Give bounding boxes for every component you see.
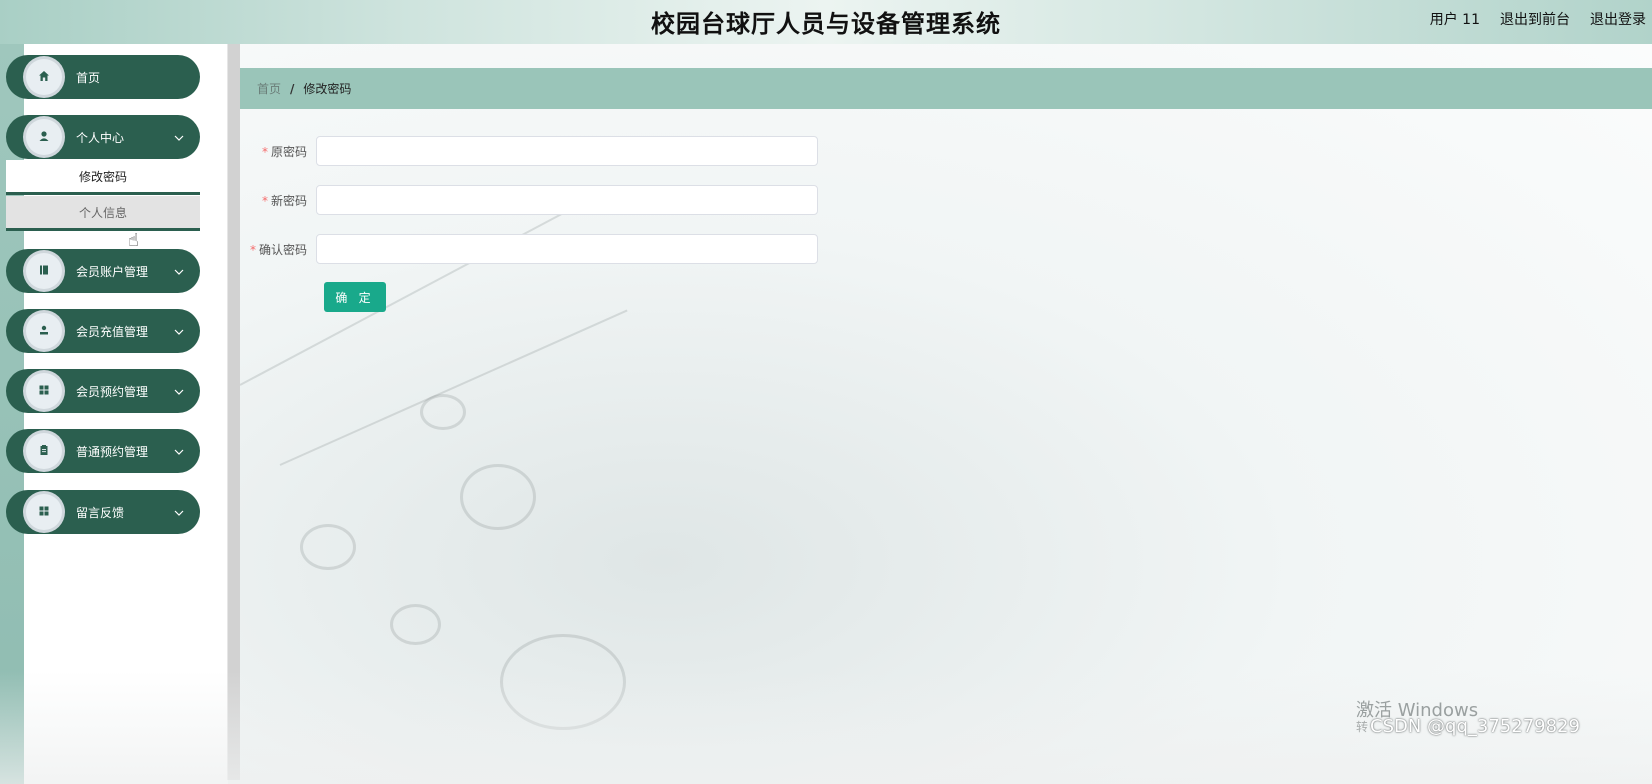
background-decor — [279, 309, 628, 466]
confirm-password-label: * 确认密码 — [240, 241, 316, 258]
clipboard-icon — [38, 444, 50, 459]
chevron-down-icon — [174, 265, 184, 278]
sidebar-scrollbar[interactable] — [227, 44, 240, 780]
csdn-watermark: CSDN @qq_375279829 — [1370, 716, 1580, 737]
app-title: 校园台球厅人员与设备管理系统 — [651, 10, 1001, 38]
sidebar-item-label: 留言反馈 — [76, 505, 125, 520]
user-stamp-icon — [38, 324, 50, 339]
submenu-divider — [6, 192, 200, 195]
book-icon — [38, 264, 50, 279]
chevron-down-icon — [174, 445, 184, 458]
sidebar-item-label: 普通预约管理 — [76, 444, 149, 459]
submenu-item-label: 修改密码 — [78, 169, 127, 184]
sidebar-item-label: 首页 — [76, 70, 101, 85]
new-password-field[interactable] — [316, 185, 818, 215]
field-label-text: 新密码 — [270, 193, 307, 208]
sidebar-item-member-recharge[interactable]: 会员充值管理 — [6, 309, 200, 353]
background-decor — [300, 524, 356, 570]
chevron-down-icon — [174, 131, 184, 144]
sidebar-item-regular-booking[interactable]: 普通预约管理 — [6, 429, 200, 473]
background-decor — [390, 604, 441, 645]
required-mark: * — [261, 193, 268, 208]
exit-to-front-link[interactable]: 退出到前台 — [1500, 9, 1570, 29]
logout-link[interactable]: 退出登录 — [1590, 9, 1646, 29]
sidebar-item-home[interactable]: 首页 — [6, 55, 200, 99]
menu-icon-circle — [26, 59, 62, 95]
required-mark: * — [249, 242, 256, 257]
submenu-item-label: 个人信息 — [78, 205, 127, 220]
pointer-hand-icon: ☝ — [128, 230, 139, 251]
home-icon — [38, 70, 50, 85]
menu-icon-circle — [26, 313, 62, 349]
old-password-label: * 原密码 — [240, 143, 316, 160]
sidebar-item-label: 会员账户管理 — [76, 264, 149, 279]
sidebar-item-label: 个人中心 — [76, 130, 125, 145]
form-row-confirm-password: * 确认密码 — [240, 234, 840, 264]
menu-icon-circle — [26, 119, 62, 155]
sidebar-item-member-booking[interactable]: 会员预约管理 — [6, 369, 200, 413]
user-name-label[interactable]: 用户 11 — [1430, 9, 1480, 29]
sidebar-item-feedback[interactable]: 留言反馈 — [6, 490, 200, 534]
submenu-item-change-password[interactable]: 修改密码 — [6, 160, 200, 192]
main-content: 首页 / 修改密码 * 原密码 * 新密码 * 确认密码 确 定 — [240, 44, 1652, 784]
background-decor — [240, 186, 612, 386]
top-header: 校园台球厅人员与设备管理系统 用户 11 退出到前台 退出登录 — [0, 0, 1652, 44]
field-label-text: 原密码 — [270, 144, 307, 159]
sidebar-item-label: 会员充值管理 — [76, 324, 149, 339]
sidebar-item-label: 会员预约管理 — [76, 384, 149, 399]
form-row-old-password: * 原密码 — [240, 136, 840, 166]
breadcrumb-current: 修改密码 — [303, 82, 352, 96]
sidebar-item-personal-center[interactable]: 个人中心 — [6, 115, 200, 159]
menu-icon-circle — [26, 494, 62, 530]
confirm-button[interactable]: 确 定 — [324, 282, 386, 312]
chevron-down-icon — [174, 385, 184, 398]
menu-icon-circle — [26, 373, 62, 409]
breadcrumb: 首页 / 修改密码 — [240, 68, 1652, 109]
sidebar-item-member-accounts[interactable]: 会员账户管理 — [6, 249, 200, 293]
old-password-field[interactable] — [316, 136, 818, 166]
grid-icon — [38, 384, 50, 399]
menu-icon-circle — [26, 253, 62, 289]
form-row-new-password: * 新密码 — [240, 185, 840, 215]
menu-icon-circle — [26, 433, 62, 469]
submenu-divider — [6, 228, 200, 231]
background-decor — [500, 634, 626, 730]
grid-icon — [38, 505, 50, 520]
new-password-label: * 新密码 — [240, 192, 316, 209]
breadcrumb-home-link[interactable]: 首页 — [257, 80, 281, 97]
chevron-down-icon — [174, 325, 184, 338]
background-decor — [460, 464, 536, 530]
chevron-down-icon — [174, 506, 184, 519]
required-mark: * — [261, 144, 268, 159]
header-links: 用户 11 退出到前台 退出登录 — [1430, 9, 1646, 29]
user-icon — [38, 130, 50, 145]
activate-windows-subtext: 转 — [1356, 720, 1369, 734]
submenu-item-personal-info[interactable]: 个人信息 — [6, 196, 200, 228]
confirm-password-field[interactable] — [316, 234, 818, 264]
breadcrumb-separator: / — [290, 81, 295, 96]
field-label-text: 确认密码 — [258, 242, 307, 257]
background-decor — [420, 394, 466, 430]
